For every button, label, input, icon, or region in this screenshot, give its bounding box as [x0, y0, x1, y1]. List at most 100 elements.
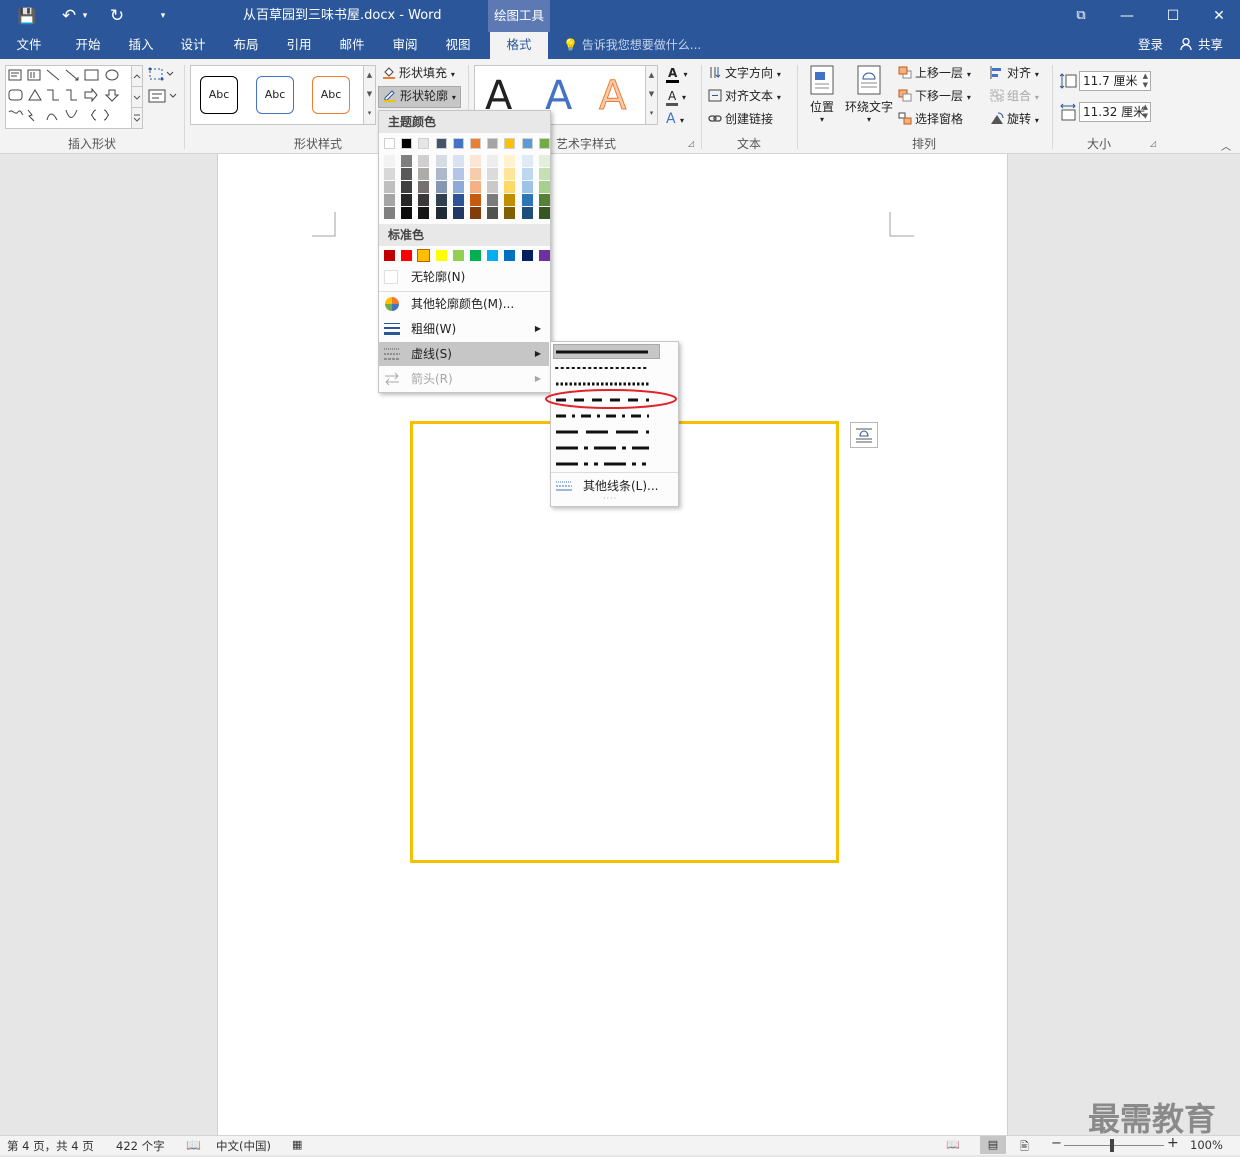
theme-shade-swatch[interactable] [470, 194, 481, 206]
standard-color-swatch[interactable] [538, 250, 550, 261]
theme-shade-swatch[interactable] [418, 194, 430, 206]
tab-view[interactable]: 视图 [435, 32, 481, 59]
theme-shade-swatch[interactable] [452, 207, 464, 219]
standard-color-swatch[interactable] [470, 250, 481, 261]
theme-shade-swatch[interactable] [538, 155, 550, 167]
zoom-slider-thumb[interactable] [1110, 1139, 1114, 1152]
word-count[interactable]: 422 个字 [116, 1138, 165, 1154]
tab-format[interactable]: 格式 [490, 32, 548, 59]
selection-pane-button[interactable]: 选择窗格 [898, 110, 963, 128]
standard-color-swatch[interactable] [401, 250, 413, 261]
tab-review[interactable]: 审阅 [382, 32, 428, 59]
theme-shade-swatch[interactable] [521, 207, 533, 219]
shapes-gallery[interactable] [5, 65, 143, 129]
standard-color-swatch[interactable] [435, 250, 447, 261]
tab-insert[interactable]: 插入 [118, 32, 164, 59]
theme-shade-swatch[interactable] [401, 207, 413, 219]
tab-references[interactable]: 引用 [276, 32, 322, 59]
theme-shade-swatch[interactable] [384, 168, 395, 180]
text-effects-button[interactable]: A ▾ [666, 110, 684, 130]
more-outline-colors-item[interactable]: 其他轮廓颜色(M)... [379, 292, 549, 316]
theme-shade-swatch[interactable] [384, 155, 395, 167]
group-objects-button[interactable]: 组合 ▾ [990, 87, 1039, 107]
theme-shade-swatch[interactable] [401, 155, 413, 167]
standard-color-swatch[interactable] [452, 250, 464, 261]
theme-color-swatch[interactable] [521, 138, 533, 149]
shape-style-sample-1[interactable]: Abc [200, 76, 238, 114]
save-icon[interactable]: 💾 [14, 4, 40, 28]
ribbon-display-options-icon[interactable]: ⧉ [1058, 0, 1104, 32]
theme-shade-swatch[interactable] [521, 155, 533, 167]
tell-me-box[interactable]: 💡 告诉我您想要做什么... [563, 32, 701, 59]
theme-shade-swatch[interactable] [418, 155, 430, 167]
theme-color-swatch[interactable] [418, 138, 430, 149]
theme-shade-swatch[interactable] [384, 194, 395, 206]
theme-shade-swatch[interactable] [538, 181, 550, 193]
edit-shape-button[interactable] [148, 67, 174, 84]
read-mode-icon[interactable]: 📖 [946, 1138, 960, 1151]
theme-color-swatch[interactable] [504, 138, 516, 149]
dialog-launcher-icon[interactable]: ◿ [1150, 139, 1156, 148]
draw-text-box-button[interactable] [148, 89, 178, 106]
zoom-out-button[interactable]: − [1051, 1136, 1062, 1151]
theme-shade-swatch[interactable] [435, 168, 447, 180]
spinner-icon[interactable]: ▲ ▼ [1143, 103, 1148, 121]
theme-shade-swatch[interactable] [487, 168, 499, 180]
arrows-item[interactable]: 箭头(R) ▶ [379, 367, 549, 391]
tab-design[interactable]: 设计 [170, 32, 216, 59]
theme-shade-swatch[interactable] [452, 168, 464, 180]
create-link-button[interactable]: 创建链接 [708, 110, 773, 128]
theme-shade-swatch[interactable] [504, 207, 516, 219]
standard-color-swatch[interactable] [521, 250, 533, 261]
zoom-slider-track[interactable] [1064, 1145, 1164, 1146]
resize-grip-icon[interactable]: ···· [603, 494, 617, 503]
theme-shade-swatch[interactable] [504, 168, 516, 180]
theme-shade-swatch[interactable] [435, 181, 447, 193]
theme-color-swatch[interactable] [470, 138, 481, 149]
layout-options-button[interactable] [850, 422, 878, 448]
shape-styles-scroll[interactable]: ▲ ▼ ▾ [363, 66, 375, 124]
send-backward-button[interactable]: 下移一层 ▾ [898, 87, 971, 107]
rotate-button[interactable]: 旋转 ▾ [990, 110, 1039, 130]
shape-height-input[interactable]: 11.7 厘米 ▲ ▼ [1079, 71, 1151, 91]
theme-shade-swatch[interactable] [504, 181, 516, 193]
theme-color-swatch[interactable] [435, 138, 447, 149]
tab-file[interactable]: 文件 [6, 32, 52, 59]
theme-shade-swatch[interactable] [418, 168, 430, 180]
theme-shade-swatch[interactable] [538, 168, 550, 180]
theme-shade-swatch[interactable] [435, 194, 447, 206]
standard-color-swatch[interactable] [504, 250, 516, 261]
tab-home[interactable]: 开始 [64, 32, 112, 59]
theme-color-swatch[interactable] [384, 138, 395, 149]
weight-item[interactable]: 粗细(W) ▶ [379, 317, 549, 341]
theme-shade-swatch[interactable] [470, 181, 481, 193]
minimize-button[interactable]: — [1104, 0, 1150, 32]
theme-shade-swatch[interactable] [521, 194, 533, 206]
customize-qat-icon[interactable]: ▾ [150, 4, 176, 28]
text-fill-button[interactable]: A ▾ [666, 64, 688, 84]
shape-width-input[interactable]: 11.32 厘米 ▲ ▼ [1079, 102, 1151, 122]
shape-style-sample-2[interactable]: Abc [256, 76, 294, 114]
text-outline-button[interactable]: A ▾ [666, 87, 686, 107]
shape-outline-button[interactable]: 形状轮廓 ▾ [378, 86, 461, 108]
theme-shade-swatch[interactable] [418, 181, 430, 193]
theme-shade-swatch[interactable] [401, 168, 413, 180]
theme-shade-swatch[interactable] [470, 168, 481, 180]
close-button[interactable]: ✕ [1196, 0, 1240, 32]
theme-shade-swatch[interactable] [435, 207, 447, 219]
spinner-icon[interactable]: ▲ ▼ [1143, 72, 1148, 90]
theme-shade-swatch[interactable] [504, 155, 516, 167]
collapse-ribbon-icon[interactable]: ︿ [1221, 138, 1231, 153]
wrap-text-button[interactable]: 环绕文字 ▾ [844, 65, 894, 124]
no-outline-item[interactable]: 无轮廓(N) [379, 265, 549, 289]
standard-color-swatch[interactable] [487, 250, 499, 261]
theme-shade-swatch[interactable] [452, 181, 464, 193]
standard-color-swatch[interactable] [417, 249, 431, 262]
tab-layout[interactable]: 布局 [223, 32, 269, 59]
macro-icon[interactable]: ▦ [292, 1138, 302, 1151]
theme-shade-swatch[interactable] [452, 155, 464, 167]
theme-shade-swatch[interactable] [487, 194, 499, 206]
theme-color-swatch[interactable] [452, 138, 464, 149]
theme-shade-swatch[interactable] [401, 181, 413, 193]
shape-fill-button[interactable]: 形状填充 ▾ [382, 64, 455, 84]
